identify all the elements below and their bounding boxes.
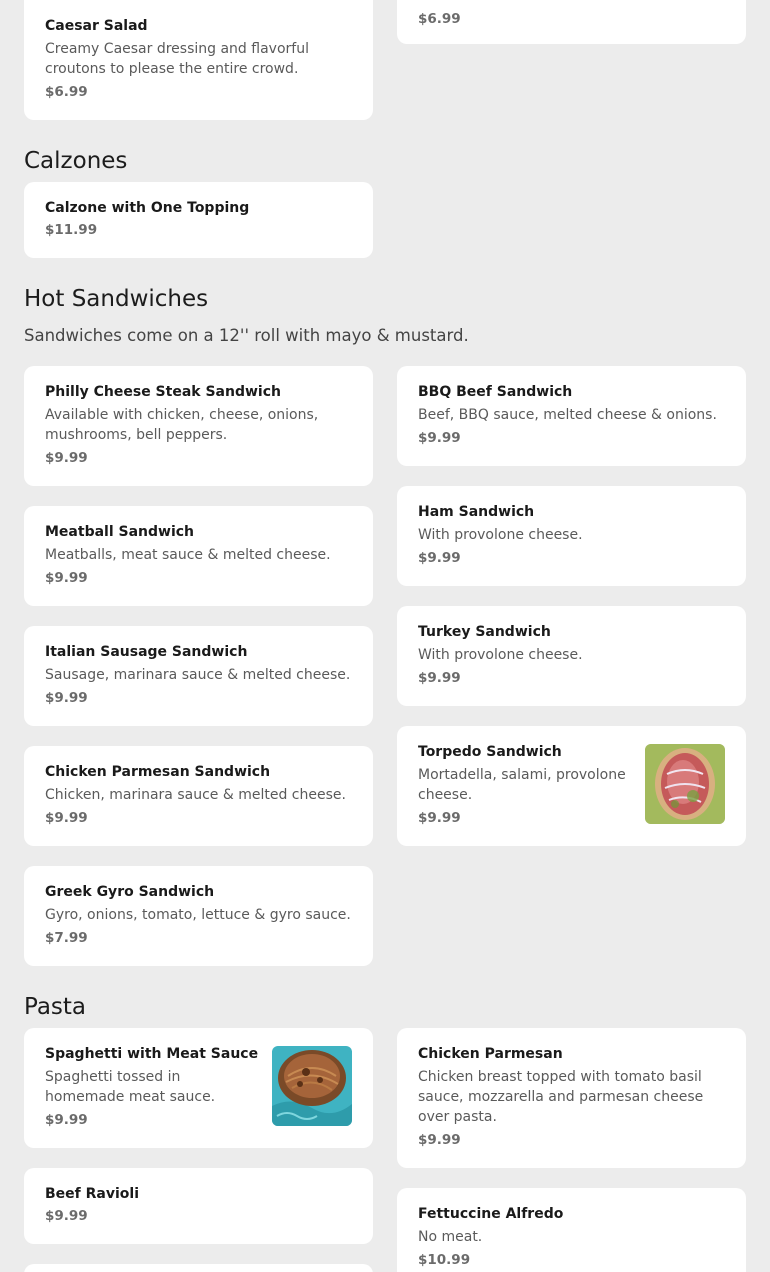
item-name: Beef Ravioli [45, 1186, 139, 1202]
item-price: $9.99 [418, 810, 461, 826]
item-name: Fettuccine Alfredo [418, 1206, 564, 1222]
item-name: Meatball Sandwich [45, 524, 195, 540]
item-price: $9.99 [45, 1112, 88, 1128]
item-price: $9.99 [45, 450, 88, 466]
item-price: $11.99 [45, 222, 98, 238]
item-name: Italian Sausage Sandwich [45, 644, 248, 660]
item-price: $6.99 [45, 84, 88, 100]
menu-item-meatball-sandwich[interactable]: Meatball Sandwich Meatballs, meat sauce … [24, 506, 373, 606]
item-description: Mortadella, salami, provolone cheese. [418, 767, 626, 803]
menu-item-caesar-salad[interactable]: Caesar Salad Creamy Caesar dressing and … [24, 0, 373, 120]
item-name: Spaghetti with Meat Sauce [45, 1046, 259, 1062]
item-description: Beef, BBQ sauce, melted cheese & onions. [418, 407, 717, 423]
item-description: With provolone cheese. [418, 647, 583, 663]
item-description: Creamy Caesar dressing and flavorful cro… [45, 41, 309, 77]
item-price: $6.99 [418, 11, 461, 27]
menu-item-philly-cheese-steak[interactable]: Philly Cheese Steak Sandwich Available w… [24, 366, 373, 486]
item-description: Spaghetti tossed in homemade meat sauce. [45, 1069, 216, 1105]
item-name: Calzone with One Topping [45, 200, 250, 216]
menu-item-chicken-parmesan-sandwich[interactable]: Chicken Parmesan Sandwich Chicken, marin… [24, 746, 373, 846]
section-title-pasta: Pasta [24, 994, 87, 1020]
item-description: Meatballs, meat sauce & melted cheese. [45, 547, 331, 563]
item-name: BBQ Beef Sandwich [418, 384, 573, 400]
item-description: No meat. [418, 1229, 483, 1245]
item-name: Ham Sandwich [418, 504, 535, 520]
item-description: Sausage, marinara sauce & melted cheese. [45, 667, 351, 683]
item-price: $10.99 [418, 1252, 471, 1268]
item-description: With provolone cheese. [418, 527, 583, 543]
item-name: Chicken Parmesan [418, 1046, 563, 1062]
item-price: $9.99 [45, 1208, 88, 1224]
menu-item-ham-sandwich[interactable]: Ham Sandwich With provolone cheese. $9.9… [397, 486, 746, 586]
menu-item-calzone-one-topping[interactable]: Calzone with One Topping $11.99 [24, 182, 373, 258]
item-price: $9.99 [45, 570, 88, 586]
item-name: Philly Cheese Steak Sandwich [45, 384, 281, 400]
item-price: $9.99 [45, 810, 88, 826]
menu-item-torpedo-sandwich[interactable]: Torpedo Sandwich Mortadella, salami, pro… [397, 726, 746, 846]
section-title-calzones: Calzones [24, 148, 128, 174]
spaghetti-photo [272, 1046, 352, 1126]
item-name: Caesar Salad [45, 18, 148, 34]
item-price: $9.99 [418, 1132, 461, 1148]
section-title-hot-sandwiches: Hot Sandwiches [24, 286, 209, 312]
item-price: $9.99 [418, 430, 461, 446]
menu-item-salad-partial[interactable]: $6.99 [397, 0, 746, 44]
item-price: $7.99 [45, 930, 88, 946]
item-description: Gyro, onions, tomato, lettuce & gyro sau… [45, 907, 351, 923]
item-name: Turkey Sandwich [418, 624, 551, 640]
item-description: Chicken, marinara sauce & melted cheese. [45, 787, 346, 803]
section-note: Sandwiches come on a 12'' roll with mayo… [24, 326, 469, 345]
item-description: Chicken breast topped with tomato basil … [418, 1069, 704, 1125]
menu-item-greek-gyro-sandwich[interactable]: Greek Gyro Sandwich Gyro, onions, tomato… [24, 866, 373, 966]
menu-item-bbq-beef-sandwich[interactable]: BBQ Beef Sandwich Beef, BBQ sauce, melte… [397, 366, 746, 466]
item-price: $9.99 [45, 690, 88, 706]
menu-item-italian-sausage-sandwich[interactable]: Italian Sausage Sandwich Sausage, marina… [24, 626, 373, 726]
sandwich-photo [645, 744, 725, 824]
item-name: Greek Gyro Sandwich [45, 884, 215, 900]
item-name: Torpedo Sandwich [418, 744, 562, 760]
menu-item-partial-bottom[interactable] [24, 1264, 373, 1272]
menu-item-chicken-parmesan[interactable]: Chicken Parmesan Chicken breast topped w… [397, 1028, 746, 1168]
item-description: Available with chicken, cheese, onions, … [45, 407, 319, 443]
item-price: $9.99 [418, 550, 461, 566]
menu-item-beef-ravioli[interactable]: Beef Ravioli $9.99 [24, 1168, 373, 1244]
menu-item-spaghetti-meat-sauce[interactable]: Spaghetti with Meat Sauce Spaghetti toss… [24, 1028, 373, 1148]
menu-item-turkey-sandwich[interactable]: Turkey Sandwich With provolone cheese. $… [397, 606, 746, 706]
item-price: $9.99 [418, 670, 461, 686]
menu-item-fettuccine-alfredo[interactable]: Fettuccine Alfredo No meat. $10.99 [397, 1188, 746, 1272]
item-name: Chicken Parmesan Sandwich [45, 764, 271, 780]
